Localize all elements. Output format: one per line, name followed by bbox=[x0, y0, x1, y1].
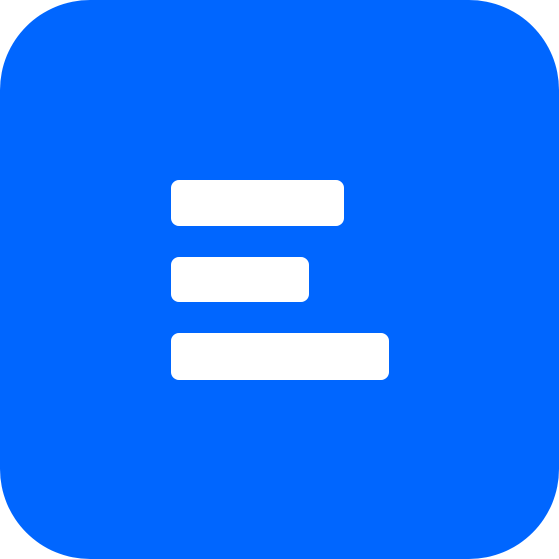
text-line-top bbox=[171, 180, 344, 226]
app-icon[interactable] bbox=[0, 0, 559, 559]
text-line-middle bbox=[171, 257, 309, 302]
text-line-bottom bbox=[171, 333, 389, 380]
